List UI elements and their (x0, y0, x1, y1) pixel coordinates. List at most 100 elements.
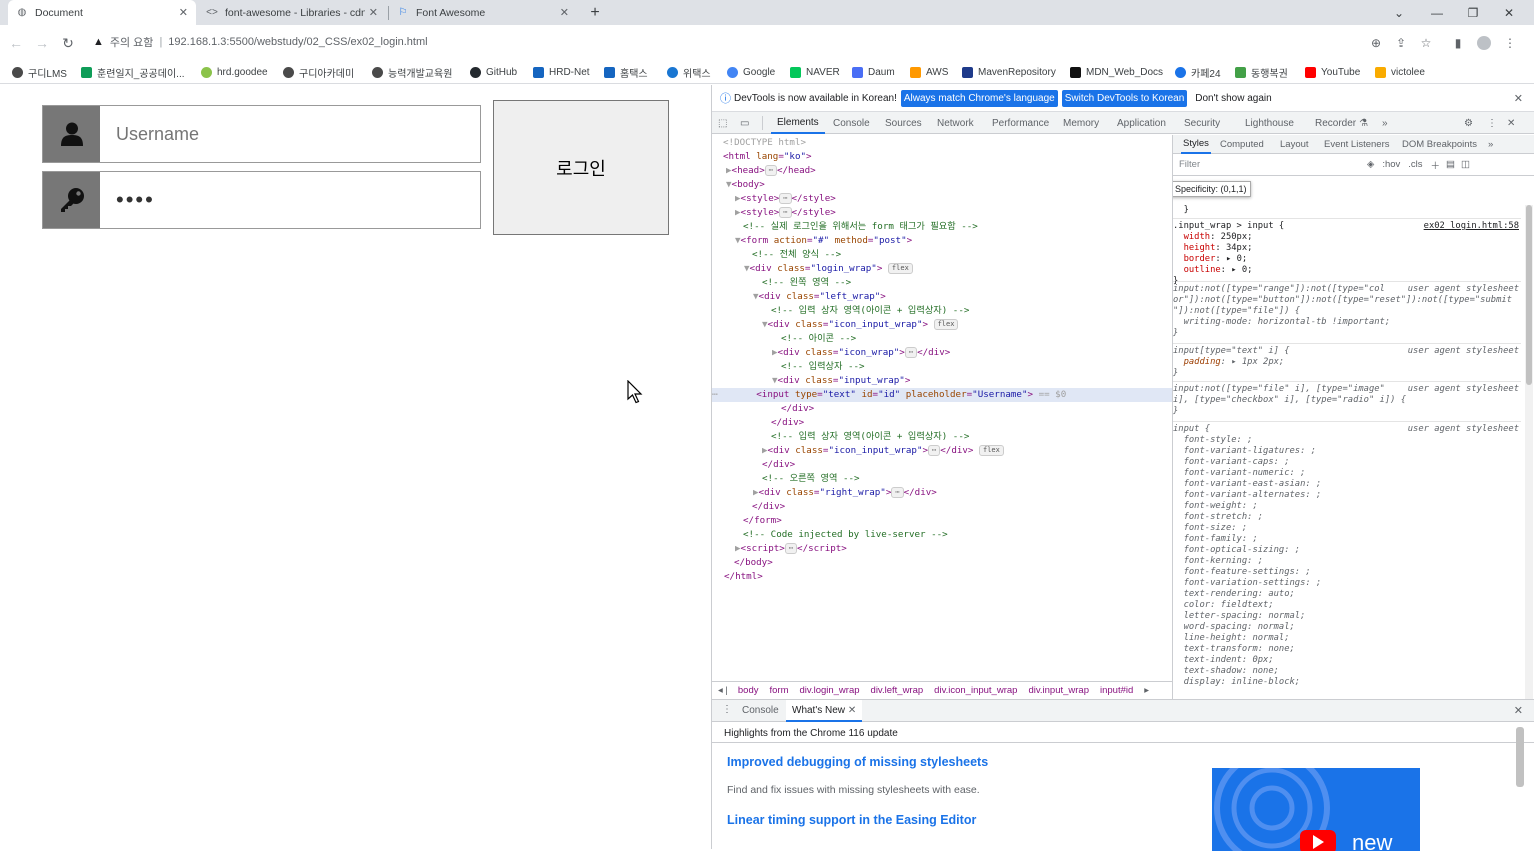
breadcrumb-item[interactable]: div.input_wrap (1028, 685, 1089, 696)
zoom-icon[interactable]: ⊕ (1366, 33, 1386, 53)
bookmark-item[interactable]: 능력개발교육원 (372, 64, 452, 80)
css-rule-useragent-input[interactable]: input {user agent stylesheet font-style:… (1173, 424, 1521, 699)
bookmark-item[interactable]: 동행복권 (1235, 64, 1288, 80)
paint-icon[interactable]: ▤ (1446, 159, 1455, 170)
side-panel-icon[interactable]: ▮ (1448, 33, 1468, 53)
css-rule-useragent[interactable]: input:not([type="file" i], [type="image"… (1173, 384, 1521, 422)
tab-application[interactable]: Application (1117, 112, 1166, 134)
breadcrumb-item[interactable]: form (770, 685, 789, 696)
switch-korean-button[interactable]: Switch DevTools to Korean (1061, 89, 1188, 107)
tab-layout[interactable]: Layout (1280, 135, 1309, 154)
tree-node[interactable]: <!-- 전체 양식 --> (712, 248, 1172, 262)
breadcrumb-item[interactable]: div.icon_input_wrap (934, 685, 1017, 696)
drawer-tab-console[interactable]: Console (742, 705, 779, 716)
tree-node[interactable]: ▶<style> ⋯ </style> (712, 192, 1172, 206)
filter-input[interactable]: Filter (1179, 159, 1367, 170)
css-rule-element-style[interactable]: } (1173, 205, 1521, 219)
bookmark-item[interactable]: victolee (1375, 64, 1425, 80)
breadcrumb-next-icon[interactable]: ▸ (1144, 685, 1149, 696)
close-icon[interactable]: ✕ (1507, 112, 1515, 134)
tree-node[interactable]: <!DOCTYPE html> (712, 136, 1172, 150)
close-icon[interactable]: ✕ (848, 705, 856, 716)
tree-node-selected[interactable]: ⋯ <input type="text" id="id" placeholder… (712, 388, 1172, 402)
tab-font-awesome[interactable]: ⚐ Font Awesome ✕ (389, 0, 577, 25)
tree-node[interactable]: ▶<style> ⋯ </style> (712, 206, 1172, 220)
tab-elements[interactable]: Elements (771, 112, 825, 134)
minimize-icon[interactable]: — (1420, 0, 1454, 25)
cls-button[interactable]: .cls (1408, 159, 1422, 170)
close-icon[interactable]: ✕ (369, 6, 378, 19)
breadcrumb-item[interactable]: input#id (1100, 685, 1133, 696)
close-icon[interactable]: ✕ (560, 6, 569, 19)
tab-performance[interactable]: Performance (992, 112, 1049, 134)
star-icon[interactable]: ☆ (1416, 33, 1436, 53)
password-input[interactable] (100, 172, 480, 228)
tree-node[interactable]: ▶<div class="icon_wrap"> ⋯ </div> (712, 346, 1172, 360)
bookmark-item[interactable]: 구디LMS (12, 64, 67, 80)
bookmark-item[interactable]: MDN_Web_Docs (1070, 64, 1163, 80)
tree-node[interactable]: ▶<script> ⋯ </script> (712, 542, 1172, 556)
window-close-icon[interactable]: ✕ (1492, 0, 1526, 25)
tab-event-listeners[interactable]: Event Listeners (1324, 135, 1389, 154)
tree-node[interactable]: ▼<form action="#" method="post"> (712, 234, 1172, 248)
drawer-scrollbar[interactable] (1516, 727, 1524, 787)
bookmark-item[interactable]: Google (727, 64, 775, 80)
address-bar[interactable]: ▲ 주의 요함 | 192.168.1.3:5500/webstudy/02_C… (86, 31, 1446, 53)
tab-sources[interactable]: Sources (885, 112, 922, 134)
tree-node[interactable]: </div> (712, 458, 1172, 472)
more-tabs-icon[interactable]: » (1488, 135, 1493, 154)
add-rule-icon[interactable]: ＋ (1431, 158, 1441, 172)
whats-new-item-title[interactable]: Linear timing support in the Easing Edit… (727, 813, 976, 827)
gear-icon[interactable]: ⚙ (1464, 112, 1473, 134)
bookmark-item[interactable]: hrd.goodee (201, 64, 268, 80)
tree-node[interactable]: <!-- Code injected by live-server --> (712, 528, 1172, 542)
more-tabs-icon[interactable]: » (1382, 112, 1388, 134)
bookmark-item[interactable]: Daum (852, 64, 895, 80)
tree-node[interactable]: <!-- 실제 로그인을 위해서는 form 태그가 필요함 --> (712, 220, 1172, 234)
bookmark-item[interactable]: HRD-Net (533, 64, 590, 80)
tree-node[interactable]: <!-- 입력상자 --> (712, 360, 1172, 374)
drawer-menu-icon[interactable]: ⋮ (722, 704, 732, 715)
bookmark-item[interactable]: 카페24 (1175, 64, 1221, 80)
device-icon[interactable]: ▭ (740, 112, 749, 134)
forward-icon[interactable]: → (32, 33, 52, 53)
tree-node[interactable]: </div> (712, 500, 1172, 514)
bookmark-item[interactable]: AWS (910, 64, 948, 80)
css-rule-useragent[interactable]: input[type="text" i] {user agent stylesh… (1173, 346, 1521, 382)
match-language-button[interactable]: Always match Chrome's language (900, 89, 1058, 107)
reload-icon[interactable]: ↻ (58, 33, 78, 53)
tab-memory[interactable]: Memory (1063, 112, 1099, 134)
bookmark-item[interactable]: 구디아카데미 (283, 64, 354, 80)
menu-icon[interactable]: ⋮ (1500, 33, 1520, 53)
tree-node[interactable]: </body> (712, 556, 1172, 570)
tab-network[interactable]: Network (937, 112, 974, 134)
video-thumbnail[interactable]: new (1212, 768, 1420, 851)
bookmark-item[interactable]: GitHub (470, 64, 517, 80)
profile-icon[interactable] (1474, 33, 1494, 53)
breadcrumb-item[interactable]: div.login_wrap (800, 685, 860, 696)
username-input[interactable] (100, 106, 480, 162)
restore-icon[interactable]: ❐ (1456, 0, 1490, 25)
tree-node[interactable]: ▼<div class="left_wrap"> (712, 290, 1172, 304)
bookmark-item[interactable]: 훈련일지_공공데이... (81, 64, 185, 80)
breadcrumb-item[interactable]: body (738, 685, 759, 696)
tab-font-awesome-cdnjs[interactable]: <> font-awesome - Libraries - cdnj ✕ (198, 0, 386, 25)
tree-node[interactable]: ▶<div class="right_wrap"> ⋯ </div> (712, 486, 1172, 500)
bookmark-item[interactable]: YouTube (1305, 64, 1360, 80)
tree-node[interactable]: <!-- 왼쪽 영역 --> (712, 276, 1172, 290)
tree-node[interactable]: </div> (712, 416, 1172, 430)
tree-node[interactable]: <!-- 입력 상자 영역(아이콘 + 입력상자) --> (712, 304, 1172, 318)
tab-computed[interactable]: Computed (1220, 135, 1264, 154)
breadcrumb-item[interactable]: div.left_wrap (871, 685, 924, 696)
tab-recorder[interactable]: Recorder ⚗ (1315, 112, 1368, 134)
tree-node[interactable]: ▶<div class="icon_input_wrap"> ⋯ </div> fl… (712, 444, 1172, 458)
tree-node[interactable]: </html> (712, 570, 1172, 584)
login-button[interactable]: 로그인 (493, 100, 669, 235)
tab-console[interactable]: Console (833, 112, 870, 134)
layers-icon[interactable]: ◈ (1367, 159, 1374, 170)
chevron-down-icon[interactable]: ⌄ (1382, 0, 1416, 25)
share-icon[interactable]: ⇪ (1391, 33, 1411, 53)
scrollbar-thumb[interactable] (1526, 205, 1532, 385)
drawer-tab-whats-new[interactable]: What's New ✕ (786, 700, 863, 722)
tab-styles[interactable]: Styles (1181, 135, 1211, 154)
